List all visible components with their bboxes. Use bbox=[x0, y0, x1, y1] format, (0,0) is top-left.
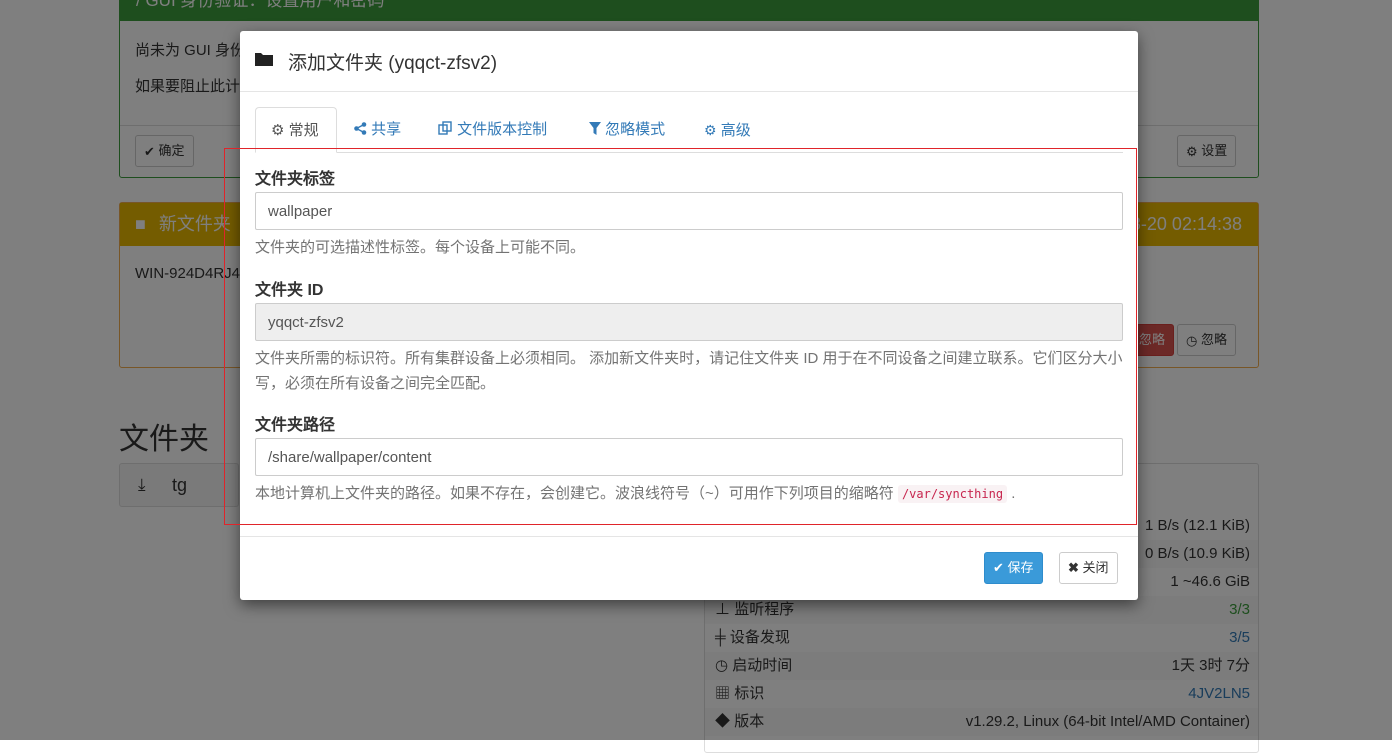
save-button[interactable]: ✔ 保存 bbox=[984, 552, 1043, 584]
copy-icon bbox=[438, 121, 457, 138]
modal-header-divider bbox=[240, 91, 1138, 92]
tab-sharing-label: 共享 bbox=[371, 121, 402, 138]
tab-versioning-label: 文件版本控制 bbox=[457, 121, 548, 138]
tab-sharing[interactable]: 共享 bbox=[354, 107, 401, 153]
modal-footer-divider bbox=[240, 536, 1138, 537]
close-icon: ✖ bbox=[1068, 560, 1079, 575]
share-icon bbox=[354, 121, 371, 138]
folder-icon bbox=[255, 51, 273, 70]
cogs-icon: ⚙ bbox=[704, 122, 717, 138]
save-button-label: 保存 bbox=[1007, 560, 1034, 575]
tab-general-label: 常规 bbox=[288, 122, 319, 139]
tab-ignore-patterns-label: 忽略模式 bbox=[605, 121, 666, 138]
tab-ignore-patterns[interactable]: 忽略模式 bbox=[589, 107, 665, 153]
modal-title: 添加文件夹 (yqqct-zfsv2) bbox=[288, 53, 498, 74]
gear-icon: ⚙ bbox=[271, 122, 285, 139]
tab-advanced[interactable]: ⚙ 高级 bbox=[704, 107, 751, 153]
highlight-box bbox=[224, 148, 1137, 525]
tab-versioning[interactable]: 文件版本控制 bbox=[438, 107, 547, 153]
check-icon: ✔ bbox=[993, 560, 1004, 575]
close-button-label: 关闭 bbox=[1082, 560, 1109, 575]
filter-icon bbox=[589, 121, 605, 138]
tab-advanced-label: 高级 bbox=[720, 122, 751, 139]
close-button[interactable]: ✖ 关闭 bbox=[1059, 552, 1118, 584]
tab-general[interactable]: ⚙ 常规 bbox=[255, 107, 337, 153]
